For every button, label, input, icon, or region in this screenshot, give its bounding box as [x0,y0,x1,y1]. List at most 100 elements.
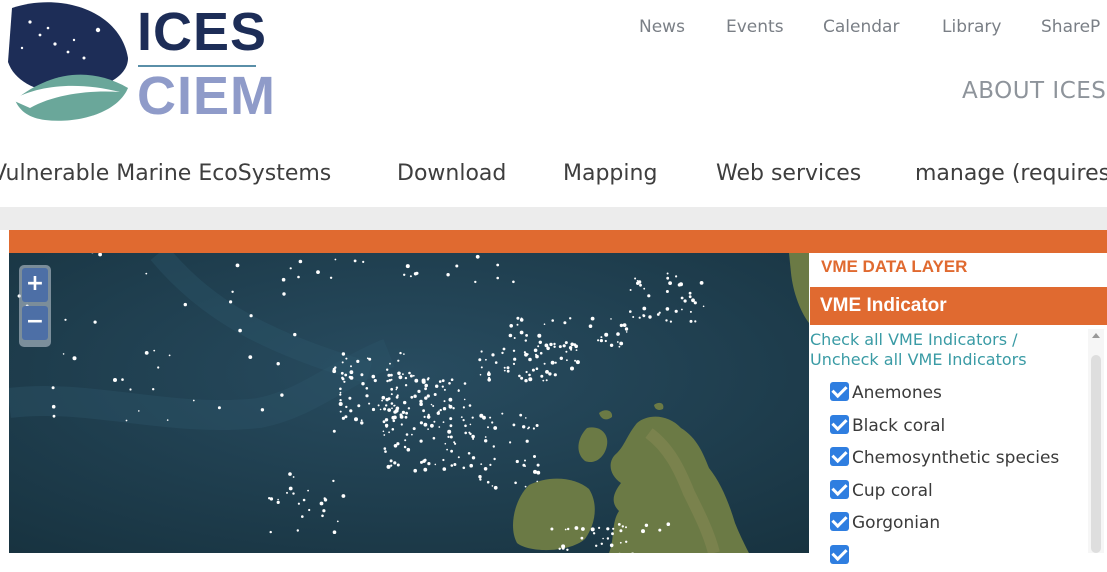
checkbox-checked-icon[interactable] [830,415,849,434]
vme-point [666,277,669,280]
vme-point [345,406,347,408]
vme-point [591,527,595,531]
main-nav-vme[interactable]: Vulnerable Marine EcoSystems [0,161,331,186]
vme-point [576,349,578,351]
vme-point [396,396,399,399]
vme-point [448,382,451,385]
vme-point [384,447,387,450]
vme-point [407,448,411,452]
vme-point [528,377,532,381]
vme-point [504,370,506,372]
vme-point [618,523,621,526]
top-nav-news[interactable]: News [639,17,685,37]
uncheck-all-link[interactable]: Uncheck all VME Indicators [810,350,1080,370]
vme-point [52,405,56,409]
checkbox-checked-icon[interactable] [830,512,849,531]
vme-point [545,344,549,348]
vme-point [368,403,370,405]
vme-point [385,424,388,427]
vme-point [647,294,650,297]
vme-point [525,339,527,341]
main-nav-web-services[interactable]: Web services [716,161,861,186]
vme-point [405,416,408,419]
top-nav-events[interactable]: Events [726,17,784,37]
vme-point [513,350,515,352]
vme-point [478,358,481,361]
vme-point [476,255,480,259]
vme-point [533,427,535,429]
checkbox-checked-icon[interactable] [830,447,849,466]
scroll-thumb[interactable] [1091,355,1101,553]
vme-point [559,548,561,550]
top-nav-library[interactable]: Library [942,17,1001,37]
map-canvas [9,253,809,553]
map-view[interactable]: + − [9,253,809,553]
vme-point [503,348,506,351]
top-nav-sharepoint[interactable]: ShareP [1041,17,1100,37]
vme-point [536,471,540,475]
vme-point [487,372,491,376]
vme-point [550,528,553,531]
vme-point [444,400,446,402]
vme-point [433,437,436,440]
vme-point [470,424,472,426]
main-nav-mapping[interactable]: Mapping [563,161,657,186]
vme-point [514,337,516,339]
about-ices-link[interactable]: ABOUT ICES [962,78,1106,104]
vme-point [690,320,693,323]
vme-point [464,399,466,401]
top-nav-calendar[interactable]: Calendar [823,17,899,37]
vme-point [518,375,521,378]
vme-point [404,446,406,448]
checkbox-checked-icon[interactable] [830,545,849,564]
vme-point [443,407,446,410]
vme-point [622,525,624,527]
indicator-item[interactable]: Chemosynthetic species [830,442,1088,475]
vme-point [694,320,696,322]
indicator-label: Gorgonian [852,513,940,533]
vme-point [591,317,595,321]
indicator-item[interactable]: Gorgonian [830,507,1088,540]
scroll-up-icon[interactable] [1092,333,1100,338]
main-nav-download[interactable]: Download [397,161,506,186]
vme-point [145,273,147,275]
vme-point [392,428,395,431]
indicator-item[interactable]: Cup coral [830,475,1088,508]
vme-point [554,373,557,376]
vme-point [519,414,522,417]
zoom-in-button[interactable]: + [22,268,48,302]
checkbox-checked-icon[interactable] [830,382,849,401]
indicator-item[interactable] [830,540,1088,572]
vme-point [408,407,410,409]
vme-point [484,467,488,471]
indicator-item[interactable]: Black coral [830,410,1088,443]
vme-point [381,400,383,402]
vme-point [509,441,511,443]
panel-scrollbar[interactable] [1088,329,1104,553]
vme-point [403,411,405,413]
vme-point [648,315,651,318]
vme-point [491,421,493,423]
vme-point [238,329,242,333]
vme-point [544,363,546,365]
vme-point [299,260,303,264]
vme-point [444,389,446,391]
vme-point [642,307,646,311]
vme-point [539,341,542,344]
vme-point [451,378,454,381]
vme-point [463,467,466,470]
indicator-item[interactable]: Anemones [830,377,1088,410]
vme-indicator-header[interactable]: VME Indicator [810,287,1107,325]
vme-point [605,340,607,342]
main-nav-manage[interactable]: manage (requires [915,161,1107,186]
vme-point [464,425,467,428]
vme-point [391,416,395,420]
vme-point [394,444,398,448]
vme-point [340,411,342,413]
checkbox-checked-icon[interactable] [830,480,849,499]
vme-point [413,427,416,430]
check-all-link[interactable]: Check all VME Indicators / [810,330,1080,350]
vme-point [598,527,600,529]
zoom-out-button[interactable]: − [22,306,48,340]
vme-point [478,475,481,478]
